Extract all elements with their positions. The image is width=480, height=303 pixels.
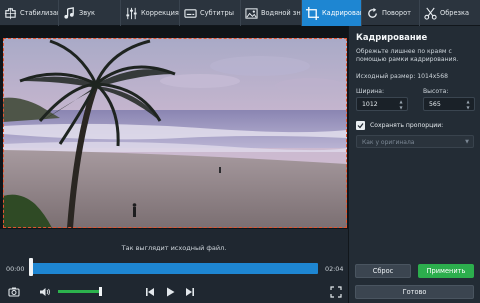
crop-frame[interactable]: [3, 38, 347, 228]
crop-icon: [305, 6, 319, 20]
height-input[interactable]: 565 ▲ ▼: [423, 97, 475, 111]
video-preview: [0, 26, 348, 229]
playback-controls: [0, 281, 348, 303]
previous-frame-button[interactable]: [142, 284, 158, 300]
height-spinner-icon[interactable]: ▲ ▼: [465, 99, 471, 110]
music-note-icon: [62, 6, 76, 20]
tab-correction[interactable]: Коррекция: [121, 0, 180, 26]
tab-subtitles[interactable]: Субтитры: [180, 0, 241, 26]
tab-label: Субтитры: [200, 9, 234, 17]
checkmark-icon: [357, 123, 364, 129]
original-size-text: Исходный размер: 1014x568: [356, 73, 448, 80]
adjust-sliders-icon: [124, 6, 138, 20]
watermark-icon: [244, 6, 258, 20]
tab-stabilization[interactable]: Стабилизация: [0, 0, 59, 26]
width-input[interactable]: 1012 ▲ ▼: [356, 97, 408, 111]
fullscreen-button[interactable]: [328, 284, 344, 300]
timeline-bar[interactable]: [30, 263, 318, 274]
tab-trim[interactable]: Обрезка: [420, 0, 480, 26]
tab-label: Звук: [79, 9, 95, 17]
keep-ratio-label: Сохранять пропорции:: [370, 122, 444, 129]
effects-toolbar: Стабилизация Звук Коррекция Субтитры Вод…: [0, 0, 480, 26]
chevron-down-icon: ▼: [465, 139, 469, 145]
tab-label: Коррекция: [141, 9, 179, 17]
tab-rotate[interactable]: Поворот: [362, 0, 420, 26]
rotate-icon: [365, 6, 379, 20]
scissors-icon: [423, 6, 437, 20]
stabilize-icon: [3, 6, 17, 20]
panel-title: Кадрирование: [356, 32, 428, 42]
speaker-icon: [40, 288, 50, 296]
volume-handle[interactable]: [98, 287, 102, 296]
next-frame-button[interactable]: [182, 284, 198, 300]
tab-label: Кадрирование: [322, 9, 361, 17]
tab-crop[interactable]: Кадрирование: [302, 0, 362, 26]
tab-watermark[interactable]: Водяной знак: [241, 0, 302, 26]
width-value: 1012: [362, 101, 378, 108]
aspect-ratio-value: Как у оригинала: [362, 139, 415, 146]
height-value: 565: [429, 101, 441, 108]
tab-label: Обрезка: [440, 9, 470, 17]
apply-button[interactable]: Применить: [418, 264, 474, 278]
playhead-handle[interactable]: [29, 258, 33, 276]
panel-description: Обрежьте лишнее по краям с помощью рамки…: [356, 48, 459, 63]
volume-level: [58, 290, 100, 293]
current-time: 00:00: [6, 265, 25, 273]
crop-settings-panel: [348, 26, 480, 303]
camera-icon: [8, 287, 20, 297]
snapshot-button[interactable]: [6, 284, 22, 300]
volume-button[interactable]: [37, 284, 53, 300]
play-icon: [167, 287, 175, 297]
subtitles-icon: [183, 6, 197, 20]
total-time: 02:04: [325, 265, 344, 273]
aspect-ratio-select[interactable]: Как у оригинала ▼: [356, 135, 474, 148]
keep-ratio-checkbox[interactable]: [356, 121, 365, 130]
done-button[interactable]: Готово: [355, 285, 474, 299]
tab-audio[interactable]: Звук: [59, 0, 121, 26]
tab-label: Стабилизация: [20, 9, 58, 17]
skip-back-icon: [146, 288, 154, 296]
width-label: Ширина:: [356, 88, 385, 95]
reset-button[interactable]: Сброс: [355, 264, 411, 278]
play-button[interactable]: [162, 284, 178, 300]
height-label: Высота:: [423, 88, 449, 95]
tab-label: Водяной знак: [261, 9, 301, 17]
skip-forward-icon: [186, 288, 194, 296]
preview-info-text: Так выглядит исходный файл.: [121, 244, 227, 252]
fullscreen-icon: [330, 286, 342, 298]
width-spinner-icon[interactable]: ▲ ▼: [398, 99, 404, 110]
tab-label: Поворот: [382, 9, 411, 17]
